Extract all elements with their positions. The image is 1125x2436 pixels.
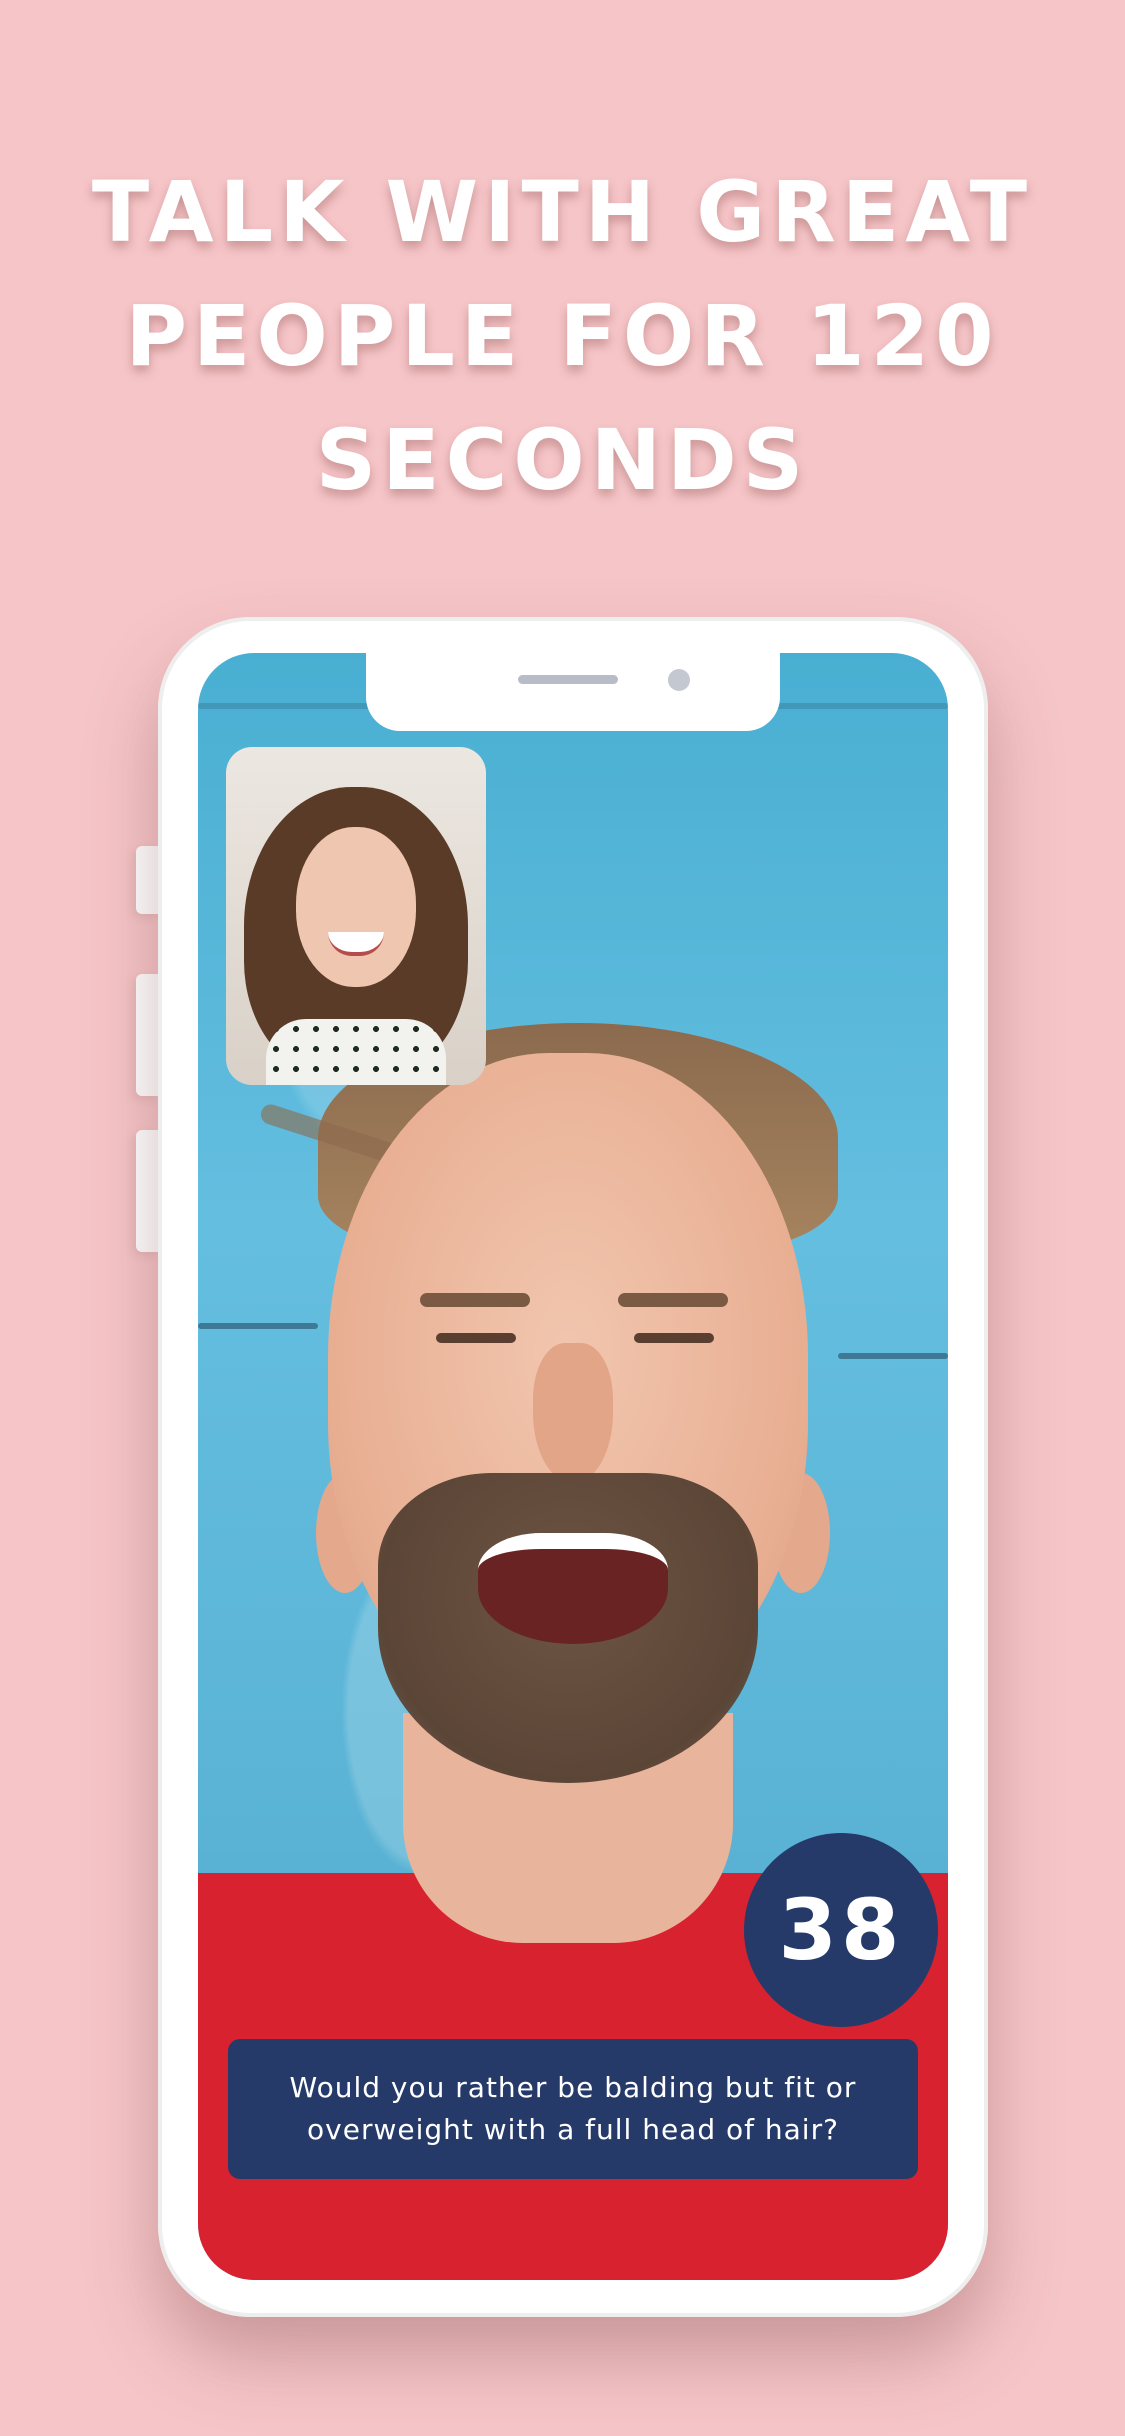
pip-smiling-woman-face: [296, 827, 416, 987]
countdown-timer: 38: [744, 1833, 938, 2027]
laughing-mouth: [478, 1533, 668, 1644]
wall-crack: [838, 1353, 948, 1359]
headline-line-3: SECONDS: [315, 411, 810, 509]
pip-polka-dot-shirt: [266, 1019, 446, 1085]
video-call-screen: 38 Would you rather be balding but fit o…: [198, 653, 948, 2280]
right-eyebrow: [618, 1293, 728, 1307]
speaker-grille: [518, 675, 618, 684]
marketing-headline: TALK WITH GREAT PEOPLE FOR 120 SECONDS: [0, 150, 1125, 522]
question-text: Would you rather be balding but fit or o…: [289, 2071, 857, 2146]
headline-line-2: PEOPLE FOR 120: [125, 287, 1000, 385]
wall-crack: [198, 1323, 318, 1329]
phone-mockup: 38 Would you rather be balding but fit o…: [158, 617, 988, 2317]
conversation-prompt: Would you rather be balding but fit or o…: [228, 2039, 918, 2179]
phone-notch: [366, 653, 780, 731]
self-view-pip[interactable]: [226, 747, 486, 1085]
right-closed-eye: [634, 1333, 714, 1343]
left-closed-eye: [436, 1333, 516, 1343]
nose: [533, 1343, 613, 1483]
headline-line-1: TALK WITH GREAT: [91, 163, 1034, 261]
left-eyebrow: [420, 1293, 530, 1307]
front-camera: [668, 669, 690, 691]
